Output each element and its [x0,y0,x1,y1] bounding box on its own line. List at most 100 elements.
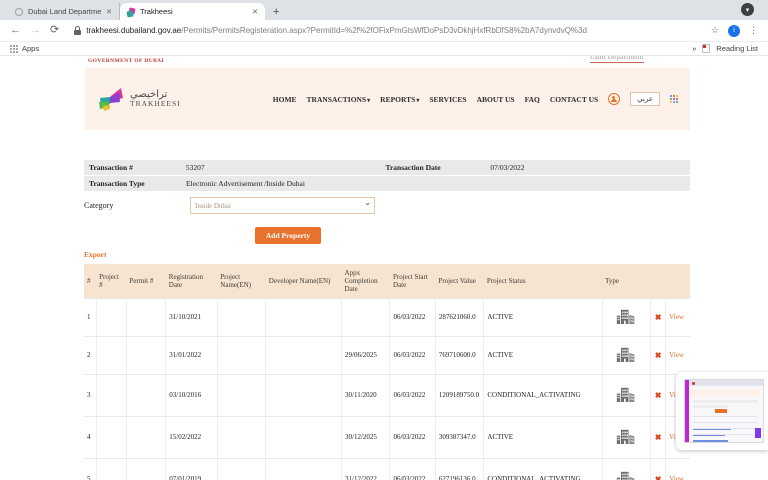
cell-registration-date: 31/01/2022 [166,336,218,374]
back-button[interactable]: ← [10,25,21,36]
col-header-type: Type [602,264,650,298]
cell-developer-name [266,374,342,416]
reload-button[interactable]: ⟳ [50,25,59,36]
cell-permit-number [126,298,165,336]
cell-delete: ✖ [651,374,666,416]
profile-avatar[interactable]: i [728,25,740,37]
url-domain: trakheesi.dubailand.gov.ae [86,26,181,35]
reading-list-label[interactable]: Reading List [716,44,758,53]
nav-contact-us[interactable]: CONTACT US [550,95,598,104]
delete-icon[interactable]: ✖ [655,475,662,480]
apps-grid-icon [10,45,18,53]
category-select[interactable]: Inside Dubai [190,197,375,214]
logo-latin-text: TRAKHEESI [130,100,181,108]
cell-project-status: ACTIVE [484,336,602,374]
services-grid-icon[interactable] [670,95,678,103]
delete-icon[interactable]: ✖ [655,351,662,360]
forward-button[interactable]: → [30,25,41,36]
apps-shortcut[interactable]: Apps [10,44,39,53]
trakheesi-logo-icon [97,86,125,112]
cell-completion-date: 30/11/2020 [342,374,390,416]
delete-icon[interactable]: ✖ [655,313,662,322]
cell-permit-number [126,336,165,374]
col-header-permit-number: Permit # [126,264,165,298]
transaction-date-label: Transaction Date [386,163,491,172]
cell-project-value: 287621060.0 [435,298,483,336]
tab-trakheesi[interactable]: Trakheesi ✕ [120,3,265,20]
category-row: Category Inside Dubai [84,197,690,214]
bookmarks-overflow-chevron[interactable]: » [692,44,696,53]
url-text[interactable]: trakheesi.dubailand.gov.ae/Permits/Permi… [86,26,696,35]
cell-type [602,374,650,416]
cell-project-name [217,458,265,480]
cell-start-date: 06/03/2022 [390,374,435,416]
cell-type [602,416,650,458]
cell-project-number [96,298,126,336]
user-icon[interactable] [608,93,620,105]
export-link[interactable]: Export [84,250,107,259]
url-path: /Permits/PermitsRegisteration.aspx?Permi… [181,26,587,35]
tab-title: Dubai Land Department - [28,7,101,16]
view-link[interactable]: View [669,351,684,359]
cell-delete: ✖ [651,336,666,374]
cell-completion-date: 29/06/2025 [342,336,390,374]
cell-type [602,458,650,480]
trakheesi-logo[interactable]: تراخيصي TRAKHEESI [97,86,181,112]
chevron-down-icon: ▾ [416,98,419,104]
cell-project-name [217,298,265,336]
buildings-icon [616,309,636,324]
cell-index: 1 [84,298,96,336]
cell-project-value: 1209189750.0 [435,374,483,416]
browser-menu-icon[interactable]: ⋮ [749,25,758,36]
nav-about-us[interactable]: ABOUT US [477,95,515,104]
cell-project-number [96,336,126,374]
apps-label: Apps [22,44,39,53]
buildings-icon [616,471,636,480]
cell-project-number [96,374,126,416]
buildings-icon [616,429,636,444]
table-row: 2 31/01/2022 29/06/2025 06/03/2022 76971… [84,336,690,374]
cell-type [602,336,650,374]
cell-index: 4 [84,416,96,458]
transaction-info: Transaction # 53207 Transaction Date 07/… [84,160,690,191]
bookmark-star-icon[interactable]: ☆ [711,25,719,36]
cell-registration-date: 03/10/2016 [166,374,218,416]
col-header-registration-date: Registration Date [166,264,218,298]
cell-project-status: ACTIVE [484,298,602,336]
nav-transactions[interactable]: TRANSACTIONS▾ [307,95,371,104]
cell-registration-date: 07/01/2019 [166,458,218,480]
new-tab-button[interactable]: + [273,6,279,18]
tab-close-icon[interactable]: ✕ [106,8,112,16]
trakheesi-favicon [127,8,135,16]
nav-home[interactable]: HOME [273,95,297,104]
cell-delete: ✖ [651,416,666,458]
cell-start-date: 06/03/2022 [390,416,435,458]
delete-icon[interactable]: ✖ [655,391,662,400]
tab-search-chevron-icon[interactable]: ▾ [741,3,754,16]
cell-project-name [217,416,265,458]
nav-services[interactable]: SERVICES [429,95,466,104]
view-link[interactable]: View [669,313,684,321]
cell-project-name [217,374,265,416]
col-header-completion-date: Appx Completion Date [342,264,390,298]
chevron-down-icon: ▾ [367,98,370,104]
transaction-info-row: Transaction Type Electronic Advertisemen… [84,176,690,191]
view-link[interactable]: View [669,475,684,480]
address-bar[interactable]: trakheesi.dubailand.gov.ae/Permits/Permi… [68,23,702,39]
language-toggle-button[interactable]: عربي [630,92,660,106]
tab-dubai-land-department[interactable]: Dubai Land Department - ✕ [8,3,120,20]
screen-preview-thumbnail[interactable] [676,372,768,450]
cell-project-number [96,416,126,458]
main-navigation: HOME TRANSACTIONS▾ REPORTS▾ SERVICES ABO… [273,92,678,106]
nav-faq[interactable]: FAQ [525,95,540,104]
add-property-button[interactable]: Add Property [255,227,321,244]
tab-close-icon[interactable]: ✕ [252,8,258,16]
delete-icon[interactable]: ✖ [655,433,662,442]
cell-permit-number [126,416,165,458]
table-row: 3 03/10/2016 30/11/2020 06/03/2022 12091… [84,374,690,416]
cell-delete: ✖ [651,298,666,336]
government-of-dubai-text: GOVERNMENT OF DUBAI [88,58,164,64]
table-row: 4 15/02/2022 30/12/2025 06/03/2022 30938… [84,416,690,458]
cell-project-value: 769710600.0 [435,336,483,374]
nav-reports[interactable]: REPORTS▾ [380,95,419,104]
